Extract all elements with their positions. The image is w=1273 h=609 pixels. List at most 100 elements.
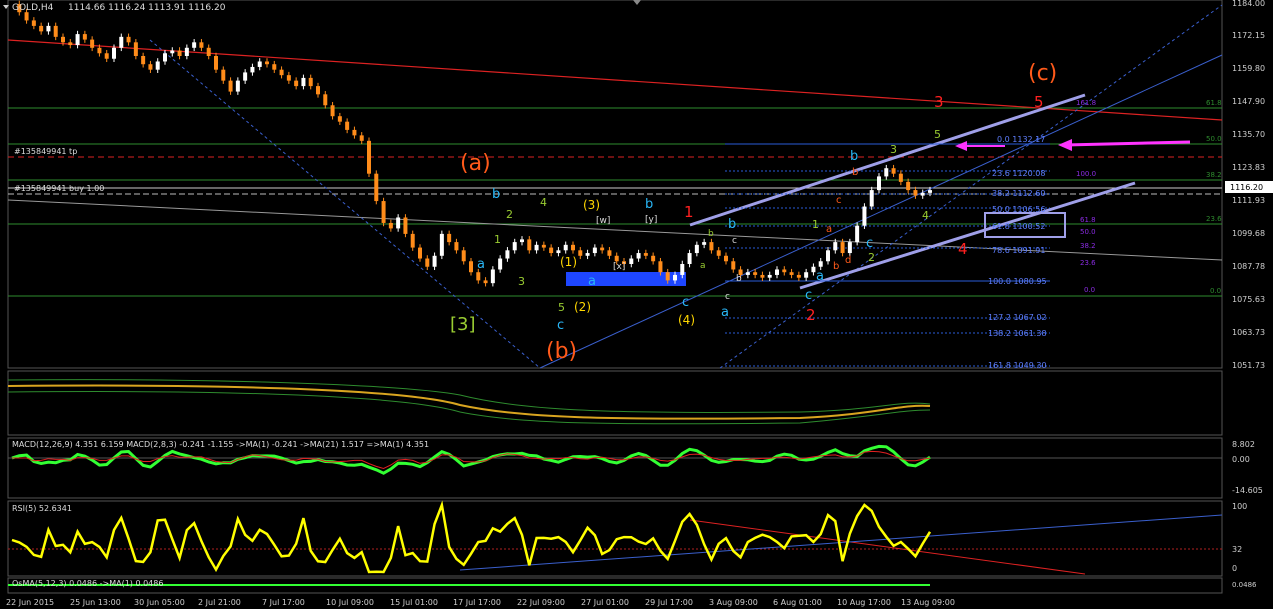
wave-label-blue-b3: b [728,217,736,232]
candle-body [432,255,437,267]
wave-label-red1: 1 [684,203,694,221]
candle-body [184,47,189,56]
wave-label-yel2: (2) [574,300,591,314]
candle-body [403,217,408,234]
candle-body [345,121,350,130]
time-tick: 10 Jul 09:00 [326,598,374,607]
candle-body [520,239,524,243]
fib-label: 61.8 1100.52 [992,222,1045,231]
price-tick: 1063.73 [1232,328,1265,337]
candle-body [680,263,685,275]
candle-body [279,69,284,76]
candle-body [148,64,153,70]
blue-dotted-channel [149,39,541,369]
blue-channel-line [539,54,1223,369]
rsi-tick: 32 [1232,545,1242,554]
price-tick: 1111.93 [1232,196,1265,205]
pink-arrow-small-head [955,141,967,151]
wave-label-small-a: a [700,261,706,271]
wave-label-blue-c: c [557,318,564,333]
wave-label-blue-c3: c [805,288,812,303]
wave-label-blue-b4: b [850,149,858,164]
wave-label-grn2b: 2 [868,251,875,264]
time-tick: 25 Jun 13:00 [70,598,121,607]
candle-body [243,72,248,81]
price-tick: 1147.90 [1232,97,1265,106]
candle-body [884,168,889,177]
wave-label-c: (c) [1028,61,1057,86]
fib-label: 50.0 1106.56 [992,205,1045,214]
tp-label: #135849941 tp [14,147,77,156]
fib-label: 100.0 1080.95 [988,277,1047,286]
price-tick: 1135.70 [1232,130,1265,139]
chart-window: GOLD,H4 1114.66 1116.24 1113.91 1116.20 … [3,0,1273,607]
candle-body [592,247,597,254]
pink-arrow-head [1058,139,1072,151]
wave-label-blue-c2: c [682,295,689,310]
time-tick: 22 Jul 09:00 [517,598,565,607]
candle-body [126,36,131,43]
rsi-red-trend [689,519,1086,575]
candle-body [563,244,568,251]
time-tick: 10 Aug 17:00 [837,598,891,607]
candle-body [877,176,881,191]
time-tick: 7 Jul 17:00 [262,598,305,607]
candle-body [31,20,36,26]
wave-label-grn1: 1 [494,233,501,246]
wave-label-small-d: d [845,255,851,266]
wave-label-small-c3: c [836,195,842,206]
candle-body [673,274,677,281]
candle-body [512,242,517,251]
candle-body [541,244,546,248]
fib-labels: 0.0 1132.17 23.6 1120.08 38.2 1112.60 50… [988,135,1047,370]
candle-body [439,233,444,256]
candle-body [286,75,291,81]
candle-body [658,261,663,273]
candle-body [789,272,794,275]
wave-label-small-c: c [725,292,730,302]
wave-label-grn5b: 5 [934,128,941,141]
macd-tick: 0.00 [1232,455,1250,464]
wave-label-blue-c4: c [866,236,873,251]
fib-label: 161.8 1049.30 [988,361,1047,370]
rsi-panel-frame [7,500,1223,577]
price-tick: 1075.63 [1232,295,1265,304]
osma-label: OsMA(5,12,3) 0.0486 ->MA(1) 0.0486 [12,579,163,588]
candle-body [192,42,197,48]
candle-body [272,64,277,70]
candle-body [454,242,459,251]
candle-body [920,192,925,196]
candle-body [104,53,109,59]
candle-body [753,272,758,275]
wave-label-grn4: 4 [540,196,547,209]
candle-body [928,190,932,193]
candle-body [235,80,240,92]
candle-body [731,261,736,270]
macd-line [11,444,931,475]
candle-body [24,12,29,21]
rsi-axis: 100 32 0 [1232,502,1247,573]
candle-body [155,61,160,70]
wave-label-yel4: (4) [678,313,695,327]
candle-body [359,135,364,141]
wave-labels: (c) (a) (b) [3] [w] [x] [y] 1 2 3 4 5 (1… [450,61,1057,364]
candle-body [461,250,466,262]
price-tick: 1159.80 [1232,64,1265,73]
candle-body [112,47,116,59]
fib-right-label: 50.0 [1206,135,1222,143]
candle-body [316,86,320,95]
fib-secondary-label: 0.0 [1084,286,1095,294]
candle-body [177,50,182,56]
candle-body [775,269,779,275]
candle-body [767,274,772,278]
candle-body [505,250,510,259]
candle-body [68,42,73,46]
candle-body [119,36,124,48]
wave-label-red5: 5 [1034,93,1044,111]
wave-label-grn3: 3 [518,275,525,288]
candle-body [804,272,809,278]
candle-body [709,242,714,251]
candle-body [898,173,903,182]
fib-right-label: 61.8 [1206,99,1222,107]
candle-body [301,77,306,87]
